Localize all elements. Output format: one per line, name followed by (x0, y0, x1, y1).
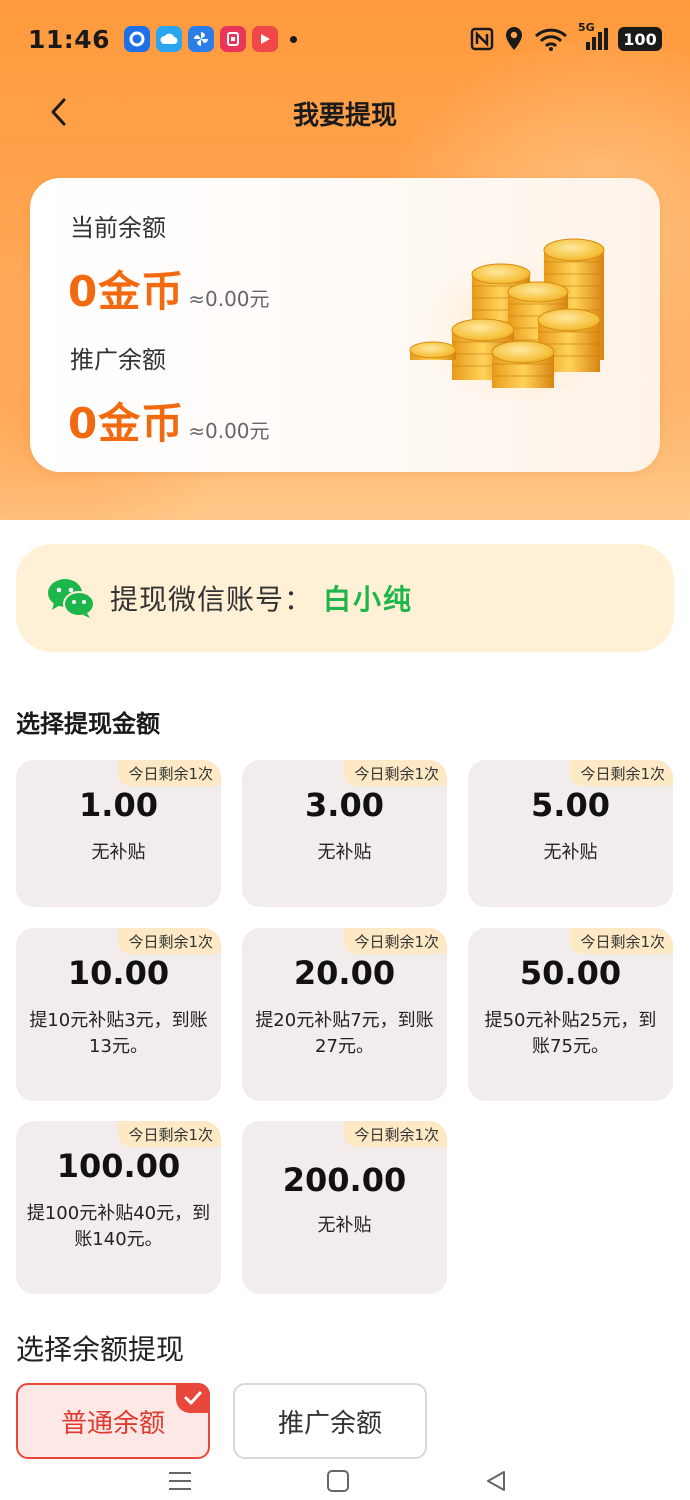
home-square-icon[interactable] (318, 1466, 358, 1496)
selected-check-icon (176, 1383, 210, 1413)
amount-option-3[interactable]: 今日剩余1次 3.00 无补贴 (242, 760, 447, 907)
amount-option-1[interactable]: 今日剩余1次 1.00 无补贴 (16, 760, 221, 907)
remaining-count-badge: 今日剩余1次 (118, 760, 221, 786)
amount-subsidy-desc: 提50元补贴25元，到账75元。 (484, 1010, 657, 1057)
amount-subsidy-desc: 提20元补贴7元，到账27元。 (255, 1010, 434, 1057)
amount-option-200[interactable]: 今日剩余1次 200.00 无补贴 (242, 1121, 447, 1294)
page-title: 我要提现 (292, 101, 397, 131)
app-video-play-icon (252, 26, 279, 52)
network-type-label: 5G (578, 21, 595, 34)
cellular-signal-icon: 5G (578, 21, 608, 51)
balance-type-section-title: 选择余额提现 (16, 1333, 185, 1366)
amount-value: 10.00 (67, 954, 170, 992)
app-blue-circle-icon (124, 26, 151, 52)
system-navigation-bar (0, 1462, 690, 1500)
remaining-count-badge: 今日剩余1次 (344, 928, 447, 954)
app-red-store-icon (220, 26, 247, 52)
wifi-icon (534, 27, 568, 51)
amount-value: 20.00 (293, 954, 396, 992)
amount-subsidy-desc: 无补贴 (317, 1215, 372, 1236)
amount-subsidy-desc: 无补贴 (543, 842, 598, 863)
promo-balance-amount: 0金币 ≈0.00元 (68, 390, 270, 451)
status-indicators: 5G 100 (470, 21, 662, 52)
app-pinwheel-icon (188, 26, 215, 52)
status-app-icons (124, 26, 298, 52)
remaining-count-badge: 今日剩余1次 (570, 928, 673, 954)
amount-option-20[interactable]: 今日剩余1次 20.00 提20元补贴7元，到账27元。 (242, 928, 447, 1101)
amount-subsidy-desc: 提10元补贴3元，到账13元。 (29, 1010, 208, 1057)
remaining-count-badge: 今日剩余1次 (118, 928, 221, 954)
amount-section-title: 选择提现金额 (16, 710, 160, 738)
amount-value: 3.00 (305, 786, 384, 824)
normal-balance-option[interactable]: 普通余额 (16, 1383, 210, 1459)
current-balance-coins: 0金币 (68, 267, 185, 316)
amount-option-100[interactable]: 今日剩余1次 100.00 提100元补贴40元，到账140元。 (16, 1121, 221, 1294)
menu-lines-icon[interactable] (160, 1466, 200, 1496)
amount-option-10[interactable]: 今日剩余1次 10.00 提10元补贴3元，到账13元。 (16, 928, 221, 1101)
wechat-account-strip[interactable]: 提现微信账号： 白小纯 (16, 544, 674, 652)
amount-subsidy-desc: 无补贴 (317, 842, 372, 863)
location-icon (504, 26, 524, 52)
gold-coins-illustration (409, 238, 608, 400)
remaining-count-badge: 今日剩余1次 (344, 760, 447, 786)
amount-value: 50.00 (519, 954, 622, 992)
promo-balance-label: 推广余额 (70, 346, 166, 374)
amount-value: 5.00 (531, 786, 610, 824)
status-time: 11:46 (28, 24, 111, 54)
amount-value: 200.00 (282, 1161, 407, 1199)
normal-balance-label: 普通余额 (60, 1408, 165, 1439)
wechat-account-label: 提现微信账号： (110, 583, 314, 616)
notification-dot (290, 35, 298, 43)
current-balance-amount: 0金币 ≈0.00元 (68, 258, 270, 319)
status-bar: 11:46 5G 100 (0, 0, 690, 78)
remaining-count-badge: 今日剩余1次 (344, 1121, 447, 1147)
amount-option-5[interactable]: 今日剩余1次 5.00 无补贴 (468, 760, 673, 907)
promo-balance-option[interactable]: 推广余额 (233, 1383, 427, 1459)
balance-card: 当前余额 0金币 ≈0.00元 推广余额 0金币 ≈0.00元 (30, 178, 660, 472)
wechat-account-name: 白小纯 (323, 583, 414, 616)
battery-indicator: 100 (618, 27, 662, 51)
promo-balance-label: 推广余额 (277, 1408, 382, 1439)
current-balance-label: 当前余额 (70, 214, 166, 242)
nfc-icon (470, 27, 494, 51)
remaining-count-badge: 今日剩余1次 (570, 760, 673, 786)
promo-balance-coins: 0金币 (68, 399, 185, 448)
app-cloud-icon (156, 26, 183, 52)
wechat-icon (48, 579, 95, 618)
current-balance-yuan: ≈0.00元 (188, 287, 270, 311)
amount-subsidy-desc: 提100元补贴40元，到账140元。 (26, 1203, 211, 1250)
promo-balance-yuan: ≈0.00元 (188, 419, 270, 443)
amount-subsidy-desc: 无补贴 (91, 842, 146, 863)
amount-value: 1.00 (79, 786, 158, 824)
remaining-count-badge: 今日剩余1次 (118, 1121, 221, 1147)
amount-value: 100.00 (56, 1147, 181, 1185)
back-triangle-icon[interactable] (476, 1466, 516, 1496)
amount-option-50[interactable]: 今日剩余1次 50.00 提50元补贴25元，到账75元。 (468, 928, 673, 1101)
